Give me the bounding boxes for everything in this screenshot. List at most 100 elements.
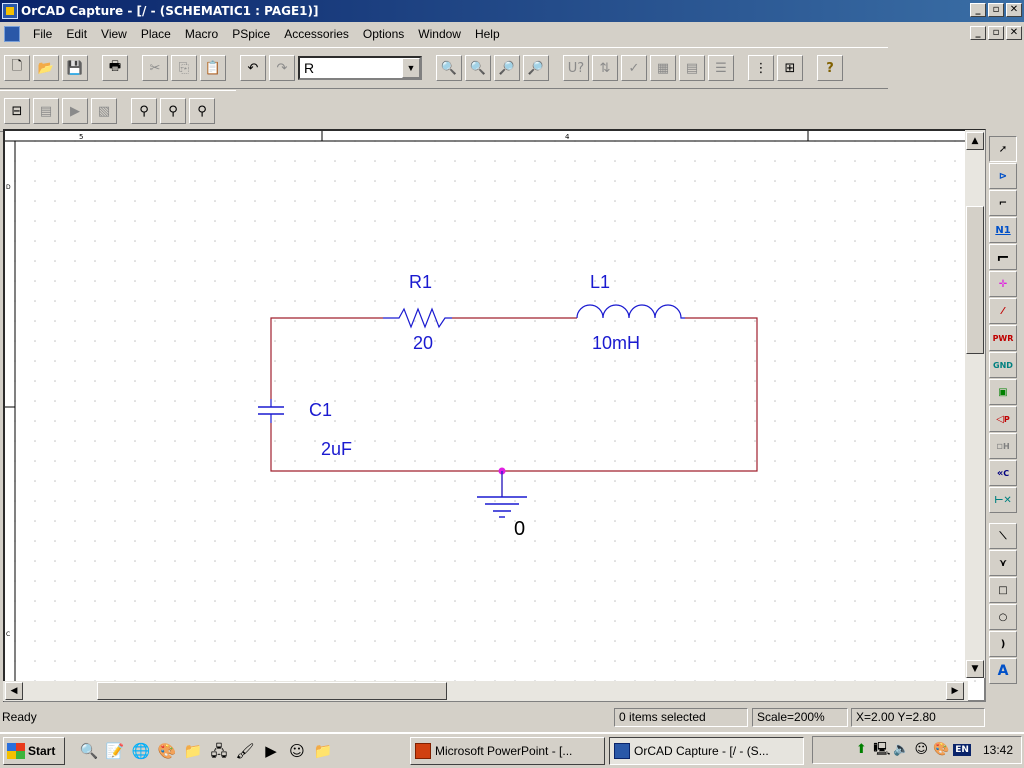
zoom-all-icon[interactable]: 🔎 [523,55,549,81]
r1-ref[interactable]: R1 [409,272,432,292]
place-rectangle-icon[interactable]: □ [989,577,1017,603]
vertical-scrollbar[interactable]: ▲ ▼ [965,130,985,678]
menu-macro[interactable]: Macro [178,27,225,41]
menu-pspice[interactable]: PSpice [225,27,277,41]
view-results-icon[interactable]: ▧ [91,98,117,124]
language-indicator[interactable]: EN [953,744,971,756]
doc-minimize-button[interactable]: _ [970,26,986,40]
copy-icon[interactable]: ⎘ [171,55,197,81]
ground-label[interactable]: 0 [514,518,525,540]
open-icon[interactable]: 📂 [33,55,59,81]
doc-restore-button[interactable]: ▫ [988,26,1004,40]
c1-value[interactable]: 2uF [321,439,352,459]
start-button[interactable]: Start [3,737,65,765]
window-titlebar[interactable]: OrCAD Capture - [/ - (SCHEMATIC1 : PAGE1… [0,0,1024,22]
zoom-in-icon[interactable]: 🔍 [436,55,462,81]
place-port-icon[interactable]: ◁ P [989,406,1017,432]
select-tool-icon[interactable]: ➚ [989,136,1017,162]
netlist-icon[interactable]: ▦ [650,55,676,81]
edit-simulation-icon[interactable]: ▤ [33,98,59,124]
place-power-icon[interactable]: PWR [989,325,1017,351]
schematic-drawing[interactable]: 5 4 D C R1 20 L1 10mH C1 2uF 0 [5,131,984,700]
place-wire-icon[interactable]: ⌐ [989,190,1017,216]
paste-icon[interactable]: 📋 [200,55,226,81]
menu-place[interactable]: Place [134,27,178,41]
place-hierarchical-pin-icon[interactable]: ▫ H [989,433,1017,459]
menu-file[interactable]: File [26,27,59,41]
orcad-app-icon[interactable] [2,3,18,19]
help-icon[interactable]: ? [817,55,843,81]
l1-value[interactable]: 10mH [592,333,640,353]
power-marker-icon[interactable]: ⚲ [189,98,215,124]
horizontal-scrollbar[interactable]: ◀ ▶ [3,681,968,701]
zoom-out-icon[interactable]: 🔍 [465,55,491,81]
internet-explorer-icon[interactable]: 🌐 [131,741,151,761]
media-player-quicklaunch-icon[interactable]: ▶ [261,741,281,761]
task-orcad[interactable]: OrCAD Capture - [/ - (S... [609,737,804,765]
cross-reference-icon[interactable]: ▤ [679,55,705,81]
place-text-icon[interactable]: A [989,658,1017,684]
scroll-down-icon[interactable]: ▼ [966,660,984,678]
place-bus-icon[interactable]: ⌐ [989,244,1017,270]
zoom-area-icon[interactable]: 🔎 [494,55,520,81]
r1-value[interactable]: 20 [413,333,433,353]
doc-close-button[interactable]: ✕ [1006,26,1022,40]
scroll-right-icon[interactable]: ▶ [946,682,964,700]
run-icon[interactable]: ▶ [62,98,88,124]
snap-to-grid-icon[interactable]: ⋮ [748,55,774,81]
place-junction-icon[interactable]: ✛ [989,271,1017,297]
voltage-marker-icon[interactable]: ⚲ [131,98,157,124]
scroll-left-icon[interactable]: ◀ [5,682,23,700]
network-tray-icon[interactable]: ⬆ [853,742,869,758]
network-quicklaunch-icon[interactable]: 🖧 [209,741,229,761]
folder-2-quicklaunch-icon[interactable]: 📁 [313,741,333,761]
chevron-down-icon[interactable]: ▼ [402,58,420,78]
new-simulation-icon[interactable]: ⊟ [4,98,30,124]
task-powerpoint[interactable]: Microsoft PowerPoint - [... [410,737,605,765]
folder-quicklaunch-icon[interactable]: 📁 [183,741,203,761]
place-net-alias-icon[interactable]: N1 [989,217,1017,243]
save-icon[interactable]: 💾 [62,55,88,81]
place-bus-entry-icon[interactable]: ⁄ [989,298,1017,324]
menu-window[interactable]: Window [411,27,468,41]
scroll-up-icon[interactable]: ▲ [966,132,984,150]
horizontal-scroll-thumb[interactable] [97,682,447,700]
l1-ref[interactable]: L1 [590,272,610,292]
tray-app-icon[interactable]: 🎨 [933,742,949,758]
place-part-icon[interactable]: ⊳ [989,163,1017,189]
menu-view[interactable]: View [94,27,134,41]
place-arc-icon[interactable]: ) [989,631,1017,657]
vertical-scroll-thumb[interactable] [966,206,984,354]
media-quicklaunch-icon[interactable]: 🎨 [157,741,177,761]
place-polyline-icon[interactable]: ⋎ [989,550,1017,576]
annotate-icon[interactable]: U? [563,55,589,81]
drc-icon[interactable]: ✓ [621,55,647,81]
current-marker-icon[interactable]: ⚲ [160,98,186,124]
project-manager-icon[interactable]: ⊞ [777,55,803,81]
undo-icon[interactable]: ↶ [240,55,266,81]
place-hierarchical-block-icon[interactable]: ▣ [989,379,1017,405]
part-name-field[interactable]: R ▼ [298,56,422,80]
place-no-connect-icon[interactable]: ⊢✕ [989,487,1017,513]
menu-accessories[interactable]: Accessories [277,27,356,41]
place-ground-icon[interactable]: GND [989,352,1017,378]
document-icon[interactable] [4,26,20,42]
place-off-page-connector-icon[interactable]: «C [989,460,1017,486]
back-annotate-icon[interactable]: ⇅ [592,55,618,81]
maximize-button[interactable]: ▫ [988,3,1004,17]
schematic-canvas[interactable]: 5 4 D C R1 20 L1 10mH C1 2uF 0 [3,129,986,702]
cut-icon[interactable]: ✂ [142,55,168,81]
menu-options[interactable]: Options [356,27,411,41]
explorer-quicklaunch-icon[interactable]: 🔍 [79,741,99,761]
computer-tray-icon[interactable]: 🖳 [873,742,890,758]
close-button[interactable]: ✕ [1006,3,1022,17]
place-line-icon[interactable]: ⟍ [989,523,1017,549]
bill-of-materials-icon[interactable]: ☰ [708,55,734,81]
menu-help[interactable]: Help [468,27,507,41]
new-icon[interactable]: 🗋 [4,55,30,81]
minimize-button[interactable]: _ [970,3,986,17]
volume-tray-icon[interactable]: 🔈 [893,742,909,758]
clock[interactable]: 13:42 [983,743,1013,757]
notepad-quicklaunch-icon[interactable]: 📝 [105,741,125,761]
redo-icon[interactable]: ↷ [269,55,295,81]
